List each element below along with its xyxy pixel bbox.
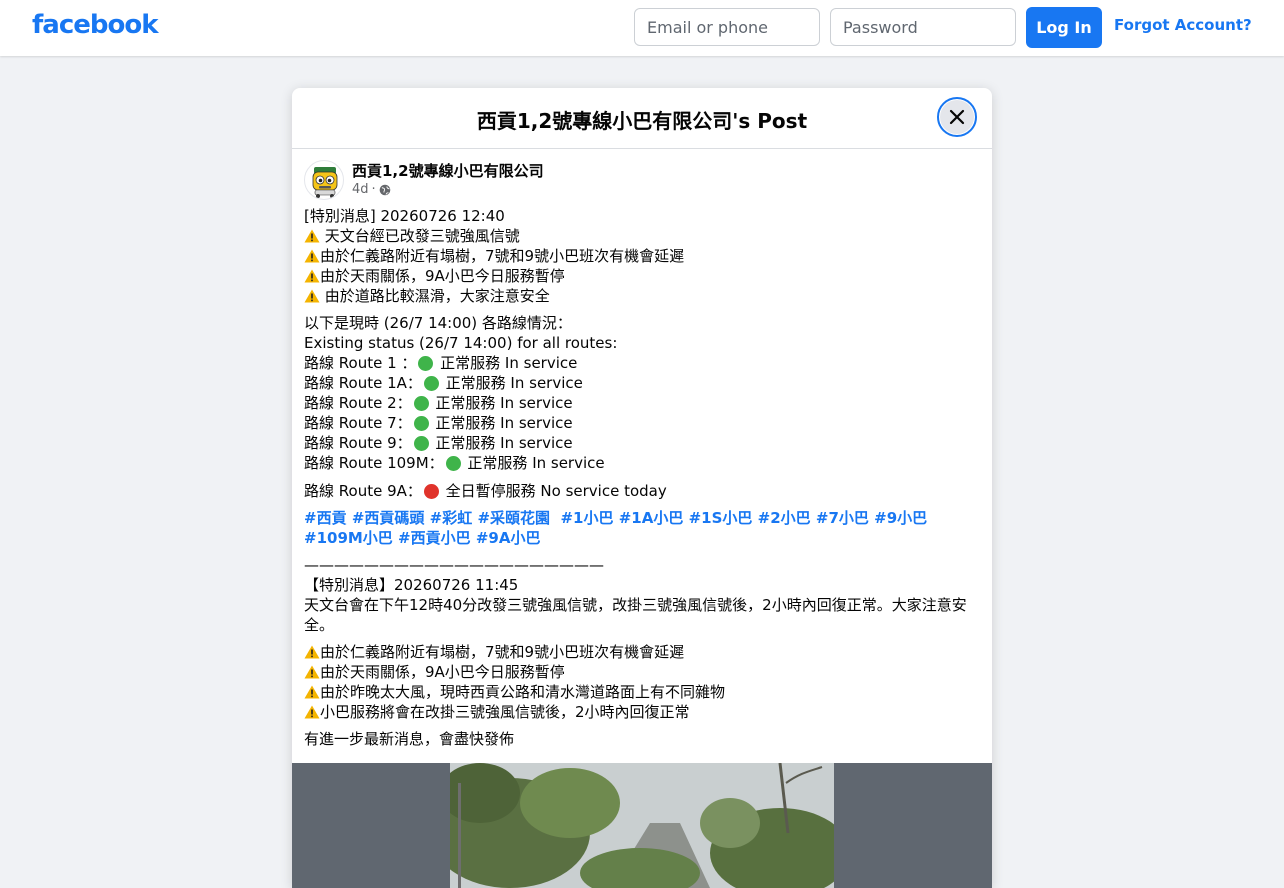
green-circle-icon [413,416,429,431]
green-circle-icon [413,436,429,451]
hashtag-link[interactable]: #1S小巴 [689,509,753,527]
closing-text: 有進一步最新消息，會盡快發佈 [304,730,515,748]
hashtag-link[interactable]: #109M小巴 [304,529,393,547]
route-status-text: 正常服務 In service [430,414,573,432]
block2-title: 【特別消息】20260726 11:45 [304,576,519,594]
warning-icon [304,665,320,679]
route-status: 路線 Route 109M： 正常服務 In service [304,453,980,473]
hashtag-link[interactable]: #西貢小巴 [398,529,471,547]
modal-title: 西貢1,2號專線小巴有限公司's Post [476,109,808,133]
warning-icon [304,685,320,699]
hashtag-link[interactable]: #9小巴 [874,509,927,527]
block2-text: 天文台會在下午12時40分改發三號強風信號，改掛三號強風信號後，2小時內回復正常… [304,596,967,634]
hashtag-link[interactable]: #7小巴 [816,509,869,527]
roadside-trees-photo [450,763,834,888]
modal-header: 西貢1,2號專線小巴有限公司's Post [292,88,992,149]
warning-icon [304,645,320,659]
warning-icon [304,705,320,719]
warning-icon [304,249,320,263]
email-field[interactable] [634,8,820,46]
post-photo[interactable] [450,763,834,888]
hashtag-link[interactable]: #2小巴 [758,509,811,527]
hashtag-link[interactable]: #1A小巴 [619,509,684,527]
password-field[interactable] [830,8,1016,46]
block2-item: 由於天雨關係，9A小巴今日服務暫停 [304,662,980,682]
block1-item-text: 由於道路比較濕滑，大家注意安全 [320,287,550,305]
hashtag-link[interactable]: #采頤花園 [477,509,550,527]
route-status-text: 正常服務 In service [430,394,573,412]
block2-item-text: 由於昨晚太大風，現時西貢公路和清水灣道路面上有不同雜物 [320,683,726,701]
route-status-text: 正常服務 In service [430,434,573,452]
route-status-text: 全日暫停服務 No service today [440,482,667,500]
post-modal: 西貢1,2號專線小巴有限公司's Post 西貢1,2號專線小巴有限公司 4d … [292,88,992,888]
green-circle-icon [423,376,439,391]
globe-icon [379,184,390,195]
route-status: 路線 Route 7： 正常服務 In service [304,413,980,433]
status-intro-zh: 以下是現時 (26/7 14:00) 各路線情況： [304,314,572,332]
meta-separator: · [371,182,376,197]
route-label: 路線 Route 9： [304,434,412,452]
hashtag-link[interactable]: #彩虹 [430,509,473,527]
warning-icon [304,289,320,303]
route-status-9a: 路線 Route 9A： 全日暫停服務 No service today [304,481,980,501]
close-button[interactable] [937,97,977,137]
block2-item: 小巴服務將會在改掛三號強風信號後，2小時內回復正常 [304,702,980,722]
block1-item-text: 由於仁義路附近有塌樹，7號和9號小巴班次有機會延遲 [320,247,685,265]
hashtag-link[interactable]: #9A小巴 [476,529,541,547]
close-icon [949,109,965,125]
route-label: 路線 Route 1 ： [304,354,417,372]
route-label: 路線 Route 2： [304,394,412,412]
route-status-text: 正常服務 In service [462,454,605,472]
post-age[interactable]: 4d [352,182,369,197]
route-status: 路線 Route 1 ： 正常服務 In service [304,353,980,373]
block1-item: 由於天雨關係，9A小巴今日服務暫停 [304,266,980,286]
route-label: 路線 Route 109M： [304,454,444,472]
block1-item-text: 由於天雨關係，9A小巴今日服務暫停 [320,267,565,285]
page-name[interactable]: 西貢1,2號專線小巴有限公司 [352,160,544,181]
route-status: 路線 Route 9： 正常服務 In service [304,433,980,453]
route-status: 路線 Route 2： 正常服務 In service [304,393,980,413]
avatar[interactable] [304,160,344,200]
block1-title: [特別消息] 20260726 12:40 [304,207,505,225]
post-body: [特別消息] 20260726 12:40 天文台經已改發三號強風信號 由於仁義… [304,206,980,749]
block2-item-text: 由於天雨關係，9A小巴今日服務暫停 [320,663,565,681]
divider-text: ———————————————————— [304,556,604,574]
block2-item-text: 由於仁義路附近有塌樹，7號和9號小巴班次有機會延遲 [320,643,685,661]
block2-item-text: 小巴服務將會在改掛三號強風信號後，2小時內回復正常 [320,703,690,721]
block1-item-text: 天文台經已改發三號強風信號 [320,227,520,245]
status-intro-en: Existing status (26/7 14:00) for all rou… [304,334,618,352]
hashtags: #西貢 #西貢碼頭 #彩虹 #采頤花園 #1小巴 #1A小巴 #1S小巴 #2小… [304,508,980,548]
green-circle-icon [445,456,461,471]
route-status: 路線 Route 1A： 正常服務 In service [304,373,980,393]
warning-icon [304,269,320,283]
block1-item: 天文台經已改發三號強風信號 [304,226,980,246]
route-label: 路線 Route 7： [304,414,412,432]
hashtag-link[interactable]: #西貢碼頭 [352,509,425,527]
block2-item: 由於仁義路附近有塌樹，7號和9號小巴班次有機會延遲 [304,642,980,662]
block1-item: 由於仁義路附近有塌樹，7號和9號小巴班次有機會延遲 [304,246,980,266]
block2-item: 由於昨晚太大風，現時西貢公路和清水灣道路面上有不同雜物 [304,682,980,702]
facebook-logo[interactable]: facebook [32,10,159,40]
top-bar: facebook Log In Forgot Account? [0,0,1284,56]
green-circle-icon [413,396,429,411]
login-button[interactable]: Log In [1026,7,1102,48]
post-image-area [292,763,992,888]
forgot-account-link[interactable]: Forgot Account? [1114,16,1252,34]
post-meta: 4d · [352,182,391,197]
warning-icon [304,229,320,243]
route-label: 路線 Route 9A： [304,482,422,500]
hashtag-link[interactable]: #1小巴 [560,509,613,527]
route-status-text: 正常服務 In service [440,374,583,392]
hashtag-link[interactable]: #西貢 [304,509,347,527]
minibus-mascot-icon [312,167,338,198]
red-circle-icon [423,484,439,499]
route-status-text: 正常服務 In service [435,354,578,372]
route-label: 路線 Route 1A： [304,374,422,392]
block1-item: 由於道路比較濕滑，大家注意安全 [304,286,980,306]
green-circle-icon [418,356,434,371]
